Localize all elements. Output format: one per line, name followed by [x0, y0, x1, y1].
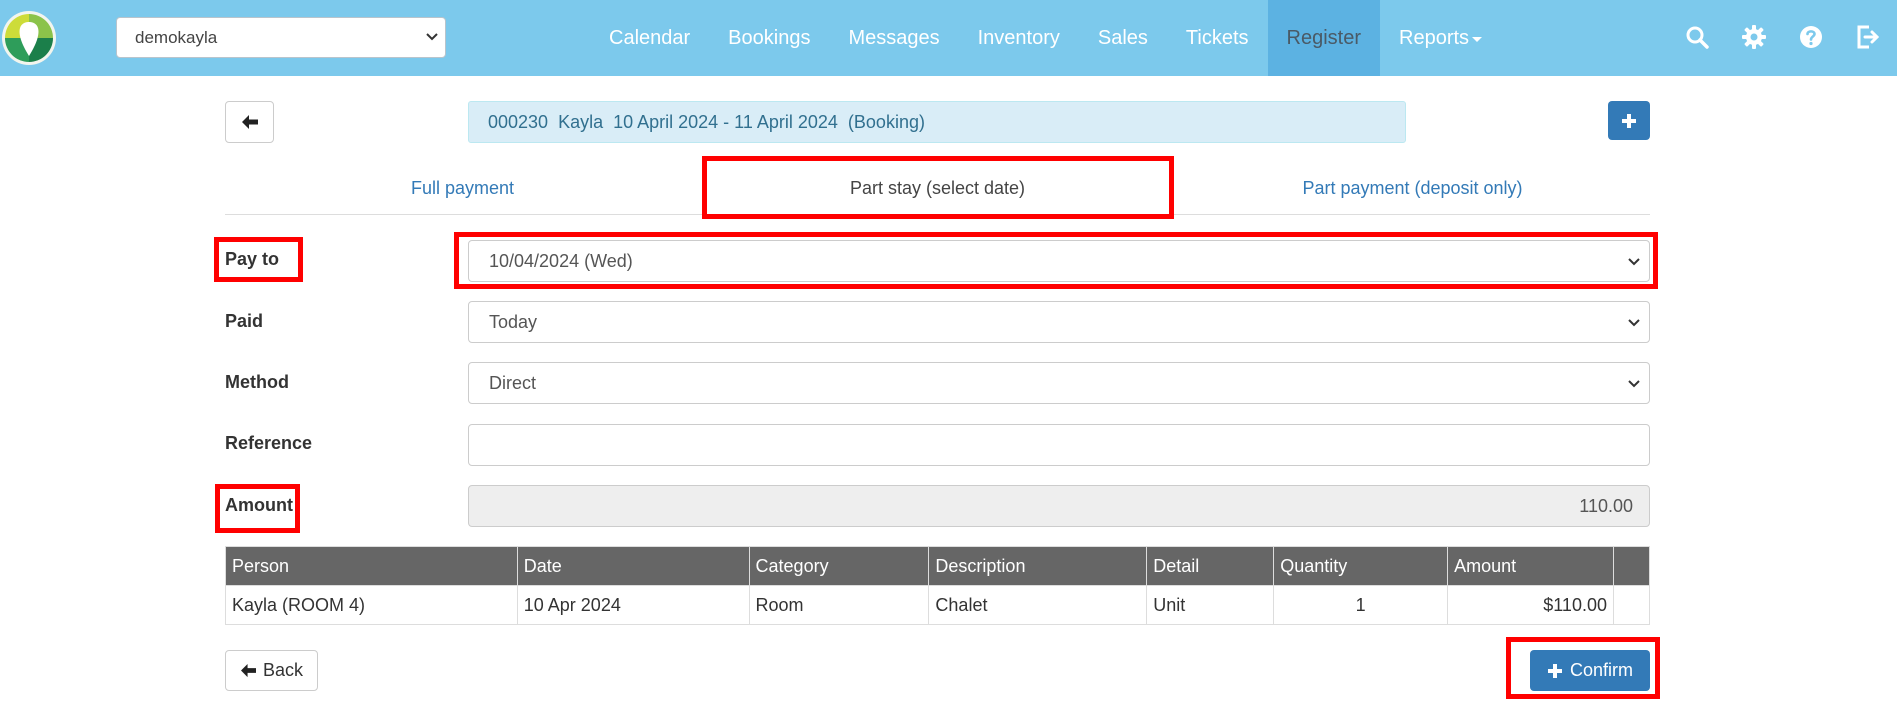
table-row: Kayla (ROOM 4) 10 Apr 2024 Room Chalet U…: [225, 585, 1651, 625]
reference-input[interactable]: [468, 424, 1650, 466]
main-nav: Calendar Bookings Messages Inventory Sal…: [590, 0, 1501, 76]
column-header: [1612, 546, 1651, 586]
pay-to-select[interactable]: 10/04/2024 (Wed): [468, 240, 1650, 282]
payment-type-tabs: Full payment Part stay (select date) Par…: [225, 163, 1650, 215]
arrow-left-icon: [240, 663, 256, 678]
table-header-row: Person Date Category Description Detail …: [225, 546, 1651, 586]
back-arrow-button[interactable]: [225, 101, 274, 143]
amount-value: 110.00: [1579, 495, 1633, 516]
tab-part-payment[interactable]: Part payment (deposit only): [1175, 163, 1650, 214]
cell-description: Chalet: [928, 585, 1148, 625]
tab-full-payment[interactable]: Full payment: [225, 163, 700, 214]
back-button[interactable]: Back: [225, 650, 318, 691]
chevron-down-icon: [1628, 258, 1640, 266]
chevron-down-icon: [1628, 380, 1640, 388]
cell-quantity: 1: [1273, 585, 1449, 625]
account-select-value: demokayla: [135, 27, 218, 47]
column-header: Category: [748, 546, 930, 586]
column-header: Quantity: [1273, 546, 1449, 586]
tab-part-stay[interactable]: Part stay (select date): [700, 163, 1175, 214]
nav-calendar[interactable]: Calendar: [590, 0, 709, 76]
search-icon[interactable]: [1684, 24, 1710, 50]
nav-reports-label: Reports: [1399, 26, 1470, 49]
column-header: Detail: [1146, 546, 1275, 586]
cell-amount: $110.00: [1447, 585, 1614, 625]
logout-icon[interactable]: [1855, 24, 1881, 50]
column-header: Description: [928, 546, 1148, 586]
column-header: Amount: [1447, 546, 1614, 586]
confirm-button-label: Confirm: [1569, 660, 1633, 680]
pay-to-label: Pay to: [225, 249, 280, 269]
amount-field: 110.00: [468, 485, 1650, 527]
nav-bookings[interactable]: Bookings: [709, 0, 829, 76]
nav-tickets[interactable]: Tickets: [1167, 0, 1268, 76]
payment-items-table: Person Date Category Description Detail …: [225, 546, 1651, 625]
method-select[interactable]: Direct: [468, 362, 1650, 404]
chevron-down-icon: [426, 33, 438, 41]
method-label: Method: [225, 372, 289, 392]
amount-label: Amount: [225, 495, 293, 515]
column-header: Date: [516, 546, 750, 586]
arrow-left-icon: [241, 115, 258, 129]
nav-register[interactable]: Register: [1267, 0, 1380, 76]
back-button-label: Back: [262, 660, 304, 680]
nav-reports[interactable]: Reports: [1380, 0, 1501, 76]
paid-select[interactable]: Today: [468, 301, 1650, 343]
caret-down-icon: [1472, 37, 1483, 42]
plus-icon: [1622, 113, 1636, 128]
cell-extra: [1612, 585, 1651, 625]
cell-category: Room: [748, 585, 930, 625]
cell-person: Kayla (ROOM 4): [225, 585, 518, 625]
add-button[interactable]: [1608, 101, 1650, 140]
cell-detail: Unit: [1146, 585, 1275, 625]
nav-inventory[interactable]: Inventory: [959, 0, 1079, 76]
reference-label: Reference: [225, 433, 313, 453]
cell-date: 10 Apr 2024: [516, 585, 750, 625]
gear-icon[interactable]: [1741, 24, 1767, 50]
pay-to-value: 10/04/2024 (Wed): [489, 250, 633, 271]
account-select[interactable]: demokayla: [116, 17, 446, 58]
help-icon[interactable]: [1798, 24, 1824, 50]
paid-value: Today: [489, 311, 538, 332]
column-header: Person: [225, 546, 518, 586]
method-value: Direct: [489, 372, 537, 393]
booking-banner: 000230 Kayla 10 April 2024 - 11 April 20…: [468, 101, 1406, 143]
top-navbar: demokayla Calendar Bookings Messages Inv…: [0, 0, 1897, 76]
nav-sales[interactable]: Sales: [1079, 0, 1167, 76]
paid-label: Paid: [225, 311, 264, 331]
plus-icon: [1547, 663, 1562, 678]
confirm-button[interactable]: Confirm: [1530, 650, 1650, 691]
app-logo-icon[interactable]: [2, 8, 56, 68]
chevron-down-icon: [1628, 319, 1640, 327]
nav-messages[interactable]: Messages: [829, 0, 958, 76]
